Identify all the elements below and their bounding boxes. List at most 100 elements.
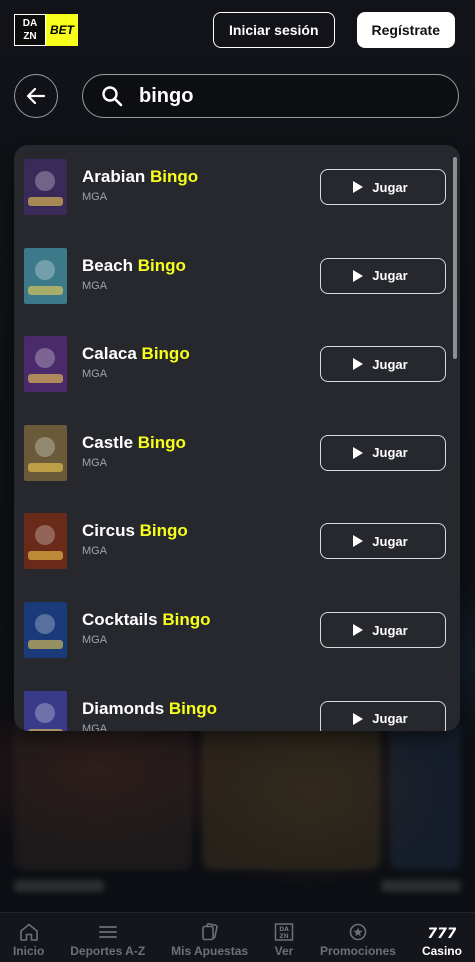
nav-item-mis-apuestas[interactable]: Mis Apuestas: [171, 923, 248, 958]
game-result-row[interactable]: Castle Bingo MGA Jugar: [14, 411, 460, 500]
game-name-highlight: Bingo: [137, 255, 186, 275]
play-button[interactable]: Jugar: [320, 523, 446, 560]
play-button-label: Jugar: [372, 711, 408, 727]
game-thumbnail[interactable]: [24, 247, 67, 304]
play-button[interactable]: Jugar: [320, 346, 446, 383]
game-thumbnail-art: [24, 336, 67, 393]
game-name-highlight: Bingo: [141, 344, 190, 364]
game-provider: MGA: [82, 279, 108, 292]
game-name-highlight: Bingo: [150, 167, 199, 186]
betslip-icon: [201, 923, 218, 941]
dazn-logo: DA ZN: [14, 14, 46, 46]
home-icon: [19, 923, 38, 941]
logo-dazn-line1: DA: [22, 18, 38, 29]
nav-label: Casino: [421, 944, 462, 958]
svg-text:ZN: ZN: [279, 933, 288, 940]
game-result-row[interactable]: Calaca Bingo MGA Jugar: [14, 322, 460, 411]
login-button[interactable]: Iniciar sesión: [213, 12, 335, 48]
game-result-row[interactable]: Arabian Bingo MGA Jugar: [14, 145, 460, 234]
game-provider: MGA: [82, 722, 108, 731]
background-card: [389, 720, 462, 870]
nav-label: Promociones: [319, 944, 396, 958]
back-button[interactable]: [14, 74, 58, 118]
nav-item-ver[interactable]: DA ZN Ver: [274, 923, 294, 958]
play-button[interactable]: Jugar: [320, 700, 446, 731]
dazn-icon: DA ZN: [274, 923, 294, 941]
game-thumbnail[interactable]: [24, 424, 67, 481]
game-name: Beach Bingo: [82, 256, 186, 276]
arrow-left-icon: [27, 88, 45, 104]
game-thumbnail[interactable]: [24, 602, 67, 658]
search-icon: [102, 86, 123, 107]
game-provider: MGA: [82, 368, 108, 381]
search-results-panel: Arabian Bingo MGA Jugar Beach Bingo MGA …: [14, 145, 460, 731]
nav-item-inicio[interactable]: Inicio: [13, 923, 44, 958]
game-thumbnail[interactable]: [24, 513, 67, 570]
nav-label: Mis Apuestas: [171, 944, 249, 958]
game-name-prefix: Circus: [82, 521, 140, 541]
badge-icon: [349, 923, 367, 941]
slots-777-icon: 777: [428, 926, 456, 941]
game-provider: MGA: [82, 456, 108, 469]
game-result-row[interactable]: Diamonds Bingo MGA Jugar: [14, 677, 460, 731]
nav-label: Ver: [274, 944, 294, 958]
background-card: [14, 720, 192, 870]
play-button[interactable]: Jugar: [320, 257, 446, 294]
play-icon: [353, 535, 364, 548]
game-thumbnail-art: [24, 247, 67, 304]
svg-text:777: 777: [428, 926, 456, 941]
game-name-highlight: Bingo: [137, 432, 186, 452]
search-input[interactable]: bingo: [82, 74, 459, 118]
bet-logo: BET: [46, 14, 78, 46]
game-thumbnail-art: [24, 159, 67, 215]
play-button[interactable]: Jugar: [320, 612, 446, 648]
game-result-row[interactable]: Cocktails Bingo MGA Jugar: [14, 588, 460, 677]
game-provider: MGA: [82, 191, 108, 203]
game-thumbnail[interactable]: [24, 690, 67, 731]
top-header: DA ZN BET Iniciar sesión Regístrate: [0, 0, 475, 60]
game-name-prefix: Beach: [82, 255, 138, 275]
play-button-label: Jugar: [372, 533, 408, 549]
play-button[interactable]: Jugar: [320, 169, 446, 205]
game-name-prefix: Cocktails: [82, 610, 163, 629]
game-name-highlight: Bingo: [168, 698, 218, 718]
game-thumbnail-art: [24, 690, 67, 731]
nav-item-deportes[interactable]: Deportes A-Z: [70, 923, 145, 958]
game-result-row[interactable]: Circus Bingo MGA Jugar: [14, 499, 460, 588]
game-result-row[interactable]: Beach Bingo MGA Jugar: [14, 234, 460, 323]
game-thumbnail[interactable]: [24, 159, 67, 215]
results-scrollbar[interactable]: [453, 157, 457, 359]
play-button-label: Jugar: [372, 445, 408, 461]
play-icon: [353, 446, 364, 459]
nav-label: Deportes A-Z: [70, 944, 146, 958]
menu-icon: [98, 926, 117, 938]
play-icon: [353, 269, 364, 282]
background-section-label: [14, 880, 461, 900]
bottom-navigation: Inicio Deportes A-Z Mis Apuestas DA ZN V…: [0, 912, 475, 962]
game-provider: MGA: [82, 545, 108, 558]
nav-item-promociones[interactable]: Promociones: [320, 923, 396, 958]
game-name: Diamonds Bingo: [82, 699, 217, 719]
game-name-prefix: Calaca: [82, 344, 142, 364]
play-button-label: Jugar: [372, 622, 408, 638]
game-name: Calaca Bingo: [82, 344, 190, 364]
game-thumbnail-art: [24, 424, 67, 481]
background-game-cards: [0, 720, 475, 870]
play-button-label: Jugar: [372, 268, 408, 284]
play-button[interactable]: Jugar: [320, 434, 446, 471]
play-button-label: Jugar: [372, 179, 408, 195]
game-name-highlight: Bingo: [162, 610, 211, 629]
game-name-prefix: Castle: [82, 432, 138, 452]
game-name: Circus Bingo: [82, 521, 188, 541]
game-thumbnail[interactable]: [24, 336, 67, 393]
search-query[interactable]: bingo: [139, 85, 193, 108]
dazn-bet-logo[interactable]: DA ZN BET: [14, 14, 78, 46]
nav-item-casino[interactable]: 777 Casino: [422, 923, 462, 958]
game-name-highlight: Bingo: [139, 521, 188, 541]
game-name: Cocktails Bingo: [82, 610, 210, 630]
register-button[interactable]: Regístrate: [356, 12, 455, 48]
game-name: Castle Bingo: [82, 433, 186, 453]
game-provider: MGA: [82, 634, 108, 646]
logo-dazn-line2: ZN: [23, 31, 37, 42]
svg-text:DA: DA: [279, 926, 289, 933]
